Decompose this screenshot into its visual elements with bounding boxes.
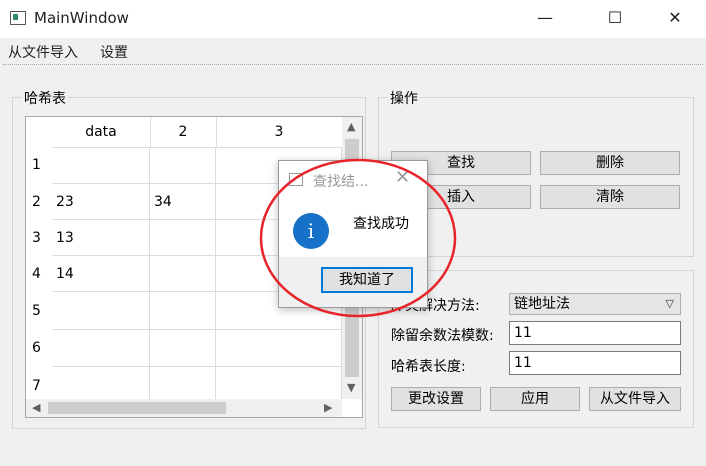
table-cell[interactable] — [150, 147, 216, 184]
row-header-2[interactable]: 2 — [26, 184, 52, 220]
collision-method-value: 链地址法 — [514, 296, 570, 312]
scroll-left-icon[interactable]: ◀ — [32, 401, 40, 414]
menu-settings[interactable]: 设置 — [100, 42, 128, 62]
row-header-4[interactable]: 4 — [26, 256, 52, 292]
operations-group-title: 操作 — [388, 88, 420, 108]
delete-button[interactable]: 删除 — [540, 151, 680, 175]
collision-method-select[interactable]: 链地址法 ▽ — [509, 293, 681, 315]
column-header-data[interactable]: data — [52, 117, 151, 148]
apply-button[interactable]: 应用 — [490, 387, 580, 411]
table-cell[interactable]: 14 — [52, 256, 150, 292]
toolbar-grip — [3, 64, 703, 67]
row-header-5[interactable]: 5 — [26, 292, 52, 330]
row-header-3[interactable]: 3 — [26, 220, 52, 256]
table-length-label: 哈希表长度: — [391, 359, 466, 375]
table-cell[interactable]: 13 — [52, 220, 150, 256]
table-cell[interactable] — [52, 367, 150, 403]
table-length-input[interactable]: 11 — [509, 351, 681, 375]
column-header-3[interactable]: 3 — [216, 117, 343, 148]
table-cell[interactable] — [52, 292, 150, 330]
table-cell[interactable]: 34 — [150, 184, 216, 220]
import-file-button[interactable]: 从文件导入 — [589, 387, 681, 411]
horizontal-scroll-thumb[interactable] — [48, 402, 226, 414]
table-cell[interactable] — [150, 256, 216, 292]
mod-input[interactable]: 11 — [509, 321, 681, 345]
table-cell[interactable] — [150, 367, 216, 403]
scroll-down-icon[interactable]: ▼ — [347, 381, 355, 394]
row-header-1[interactable]: 1 — [26, 147, 52, 184]
table-cell[interactable] — [216, 330, 342, 367]
annotation-ellipse — [259, 158, 457, 318]
title-bar: MainWindow — ☐ ✕ — [0, 0, 706, 38]
scroll-up-icon[interactable]: ▲ — [347, 120, 355, 133]
clear-button[interactable]: 清除 — [540, 185, 680, 209]
table-cell[interactable] — [52, 147, 150, 184]
table-cell[interactable] — [150, 292, 216, 330]
menu-import[interactable]: 从文件导入 — [8, 42, 78, 62]
window-title: MainWindow — [34, 9, 129, 27]
table-cell[interactable]: 23 — [52, 184, 150, 220]
horizontal-scrollbar[interactable]: ◀ ▶ — [26, 399, 342, 417]
table-cell[interactable] — [150, 330, 216, 367]
column-header-2[interactable]: 2 — [150, 117, 217, 148]
table-cell[interactable] — [52, 330, 150, 367]
minimize-button[interactable]: — — [522, 0, 568, 38]
table-cell[interactable] — [216, 367, 342, 403]
scroll-right-icon[interactable]: ▶ — [324, 401, 332, 414]
change-settings-button[interactable]: 更改设置 — [391, 387, 481, 411]
row-header-6[interactable]: 6 — [26, 330, 52, 367]
app-icon — [10, 11, 26, 25]
mod-label: 除留余数法模数: — [391, 328, 494, 344]
table-cell[interactable] — [150, 220, 216, 256]
menu-bar: 从文件导入 设置 — [0, 38, 706, 64]
row-header-7[interactable]: 7 — [26, 367, 52, 403]
maximize-button[interactable]: ☐ — [592, 0, 638, 38]
hash-table-group-title: 哈希表 — [22, 88, 68, 108]
chevron-down-icon: ▽ — [665, 297, 674, 310]
close-button[interactable]: ✕ — [652, 0, 698, 38]
